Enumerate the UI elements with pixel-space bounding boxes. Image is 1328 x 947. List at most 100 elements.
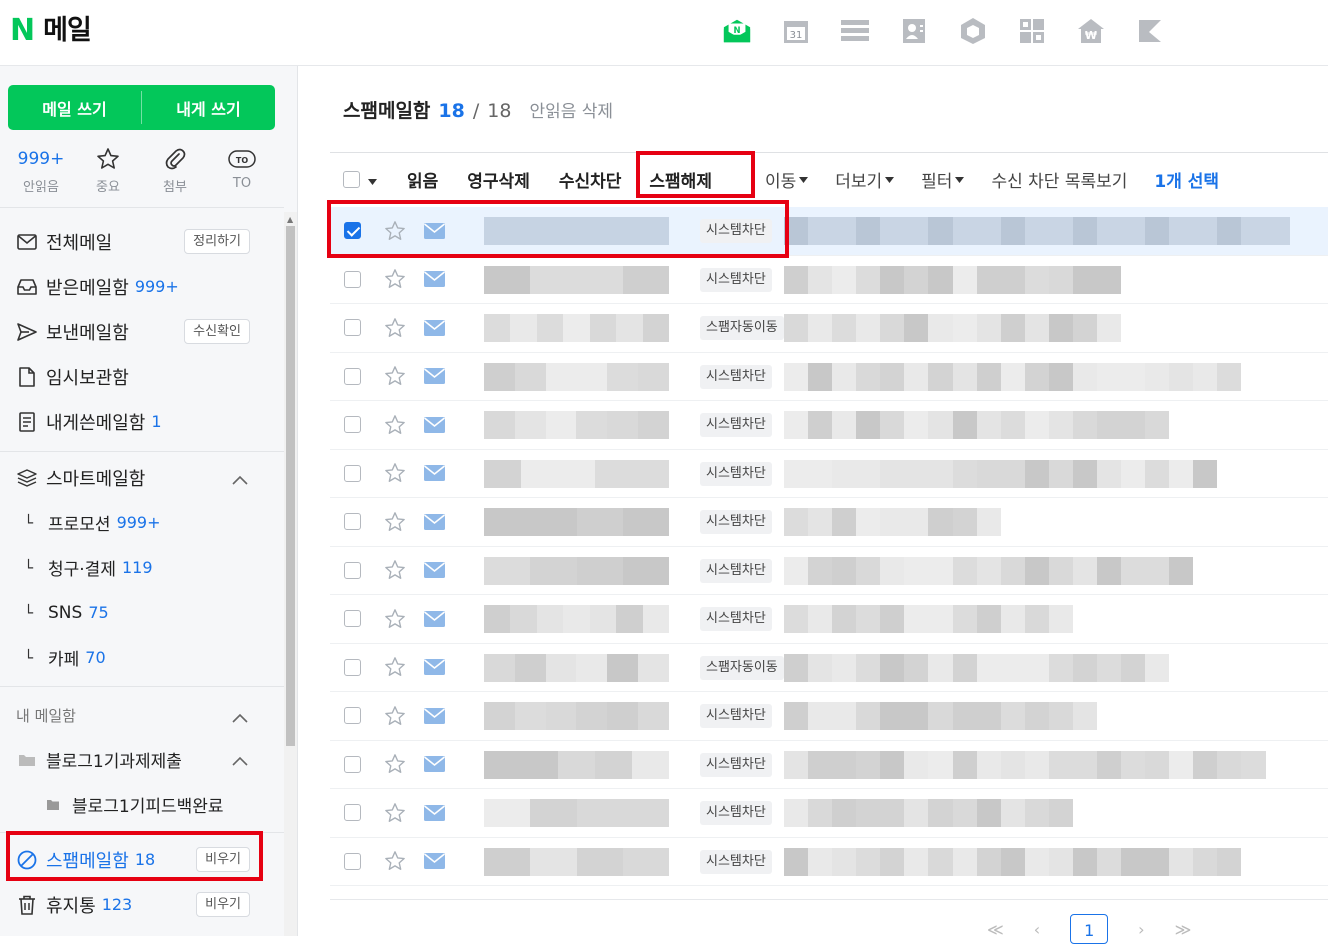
folder-drafts[interactable]: 임시보관함: [0, 354, 284, 399]
mail-row[interactable]: 시스템차단: [330, 207, 1328, 256]
star-icon[interactable]: [384, 656, 406, 678]
folder-trash[interactable]: 휴지통 123 비우기: [0, 882, 284, 927]
envelope-icon[interactable]: [424, 513, 445, 530]
empty-trash-button[interactable]: 비우기: [196, 892, 250, 917]
mail-row[interactable]: 시스템차단: [330, 547, 1328, 595]
quick-unread[interactable]: 999+ 안읽음: [8, 146, 74, 195]
calendar-app-icon[interactable]: 31: [781, 16, 811, 46]
app-logo[interactable]: N 메일: [10, 14, 92, 48]
folder-sns[interactable]: └ SNS 75: [0, 590, 284, 635]
star-icon[interactable]: [384, 462, 406, 484]
chevron-down-icon[interactable]: [368, 170, 377, 190]
quick-attachment[interactable]: 첨부: [142, 146, 208, 195]
star-icon[interactable]: [384, 753, 406, 775]
envelope-icon[interactable]: [424, 610, 445, 627]
envelope-icon[interactable]: [424, 562, 445, 579]
list-app-icon[interactable]: [840, 16, 870, 46]
organize-button[interactable]: 정리하기: [184, 229, 250, 254]
folder-sent[interactable]: 보낸메일함 수신확인: [0, 309, 284, 354]
sidebar-scrollbar[interactable]: ▲: [284, 212, 297, 936]
row-checkbox[interactable]: [344, 319, 361, 337]
mail-row[interactable]: 시스템차단: [330, 498, 1328, 547]
folder-spam[interactable]: 스팸메일함 18 비우기: [0, 837, 284, 882]
contacts-app-icon[interactable]: [899, 16, 929, 46]
row-checkbox[interactable]: [344, 658, 361, 676]
smart-mailbox-header[interactable]: 스마트메일함: [0, 455, 284, 500]
envelope-icon[interactable]: [424, 659, 445, 676]
folder-promotion[interactable]: └ 프로모션 999+: [0, 500, 284, 545]
folder-blog-submit[interactable]: 블로그1기과제제출: [0, 737, 284, 782]
write-mail-button[interactable]: 메일 쓰기: [8, 85, 141, 130]
envelope-icon[interactable]: [424, 853, 445, 870]
folder-billing[interactable]: └ 청구·결제 119: [0, 545, 284, 590]
delete-unread-button[interactable]: 안읽음 삭제: [529, 97, 613, 122]
quick-important[interactable]: 중요: [75, 146, 141, 195]
envelope-icon[interactable]: [424, 222, 445, 239]
move-dropdown[interactable]: 이동: [765, 167, 809, 192]
mail-app-icon[interactable]: N: [722, 16, 752, 46]
folder-blog-feedback[interactable]: 블로그1기피드백완료: [0, 782, 284, 827]
folder-inbox[interactable]: 받은메일함 999+: [0, 264, 284, 309]
row-checkbox[interactable]: [344, 804, 361, 822]
star-icon[interactable]: [384, 608, 406, 630]
envelope-icon[interactable]: [424, 707, 445, 724]
row-checkbox[interactable]: [344, 561, 361, 579]
permanent-delete-button[interactable]: 영구삭제: [467, 167, 530, 192]
block-list-link[interactable]: 수신 차단 목록보기: [991, 167, 1127, 192]
star-icon[interactable]: [384, 559, 406, 581]
quick-to-me[interactable]: TO TO: [209, 146, 275, 195]
pay-app-icon[interactable]: ₩: [1076, 16, 1106, 46]
envelope-icon[interactable]: [424, 416, 445, 433]
row-checkbox[interactable]: [344, 852, 361, 870]
envelope-icon[interactable]: [424, 271, 445, 288]
chevron-up-icon[interactable]: [232, 751, 248, 771]
mail-row[interactable]: 시스템차단: [330, 450, 1328, 498]
star-icon[interactable]: [384, 220, 406, 242]
row-checkbox[interactable]: [344, 416, 361, 434]
mark-read-button[interactable]: 읽음: [407, 167, 438, 192]
row-checkbox[interactable]: [344, 222, 361, 240]
folder-cafe[interactable]: └ 카페 70: [0, 635, 284, 680]
current-page[interactable]: 1: [1070, 914, 1109, 944]
mail-row[interactable]: 스팸자동이동: [330, 304, 1328, 353]
row-checkbox[interactable]: [344, 367, 361, 385]
envelope-icon[interactable]: [424, 368, 445, 385]
memo-app-icon[interactable]: [1135, 16, 1165, 46]
star-icon[interactable]: [384, 511, 406, 533]
mail-row[interactable]: 시스템차단: [330, 256, 1328, 304]
folder-all-mail[interactable]: 전체메일 정리하기: [0, 219, 284, 264]
more-dropdown[interactable]: 더보기: [835, 167, 895, 192]
star-icon[interactable]: [384, 268, 406, 290]
mail-row[interactable]: 시스템차단: [330, 401, 1328, 450]
select-all[interactable]: [343, 170, 377, 190]
mail-row[interactable]: 시스템차단: [330, 789, 1328, 838]
mail-row[interactable]: 시스템차단: [330, 353, 1328, 401]
write-self-button[interactable]: 내게 쓰기: [142, 85, 275, 130]
row-checkbox[interactable]: [344, 464, 361, 482]
mail-row[interactable]: 시스템차단: [330, 741, 1328, 789]
envelope-icon[interactable]: [424, 465, 445, 482]
row-checkbox[interactable]: [344, 610, 361, 628]
star-icon[interactable]: [384, 705, 406, 727]
mail-row[interactable]: 스팸자동이동: [330, 644, 1328, 692]
mail-row[interactable]: 시스템차단: [330, 595, 1328, 644]
star-icon[interactable]: [384, 850, 406, 872]
mail-row[interactable]: 시스템차단: [330, 838, 1328, 886]
star-icon[interactable]: [384, 317, 406, 339]
row-checkbox[interactable]: [344, 755, 361, 773]
chevron-up-icon[interactable]: [232, 469, 248, 490]
scrollbar-thumb[interactable]: [286, 226, 295, 746]
envelope-icon[interactable]: [424, 804, 445, 821]
office-app-icon[interactable]: [1017, 16, 1047, 46]
unspam-button[interactable]: 스팸해제: [649, 167, 712, 192]
filter-dropdown[interactable]: 필터: [921, 167, 965, 192]
scroll-up-icon[interactable]: ▲: [287, 215, 293, 224]
row-checkbox[interactable]: [344, 707, 361, 725]
block-sender-button[interactable]: 수신차단: [559, 167, 622, 192]
box-app-icon[interactable]: [958, 16, 988, 46]
chevron-up-icon[interactable]: [232, 708, 248, 727]
star-icon[interactable]: [384, 414, 406, 436]
row-checkbox[interactable]: [344, 513, 361, 531]
empty-spam-button[interactable]: 비우기: [196, 847, 250, 872]
envelope-icon[interactable]: [424, 319, 445, 336]
